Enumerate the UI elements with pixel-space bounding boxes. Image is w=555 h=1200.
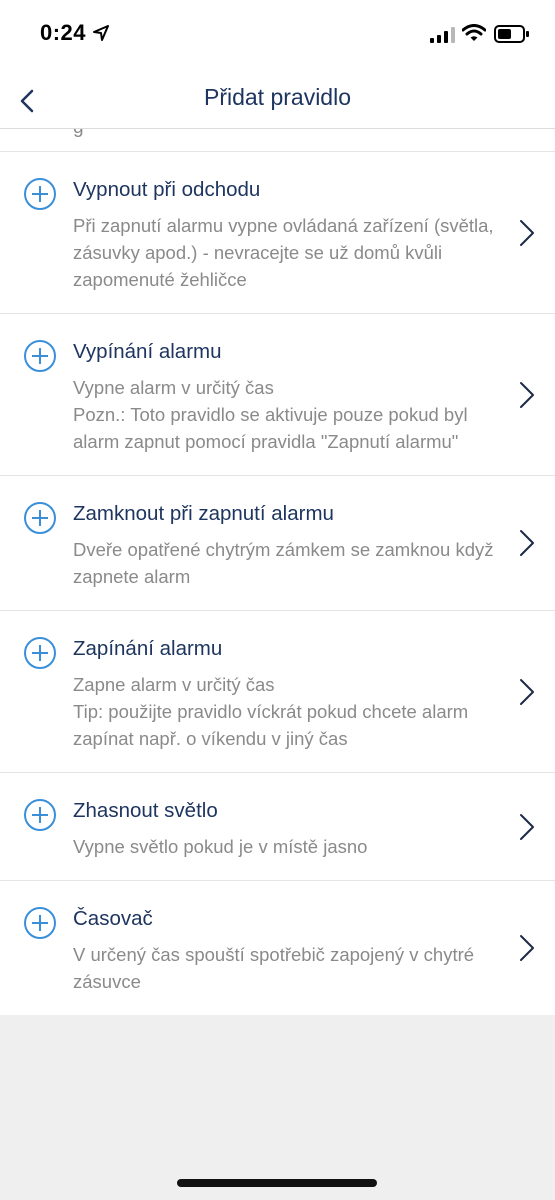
plus-circle-icon[interactable] [23, 339, 57, 373]
rule-description: Při zapnutí alarmu vypne ovládaná zaříze… [73, 215, 494, 290]
rule-title: Zhasnout světlo [73, 799, 218, 822]
rule-item-zapinani-alarmu[interactable]: Zapínání alarmu Zapne alarm v určitý čas… [0, 611, 555, 773]
rule-description: Zapne alarm v určitý čas Tip: použijte p… [73, 674, 469, 749]
partial-list-item: g [0, 129, 555, 152]
rule-description: Vypne světlo pokud je v místě jasno [73, 836, 368, 857]
rule-item-casovac[interactable]: Časovač V určený čas spouští spotřebič z… [0, 881, 555, 1015]
chevron-right-icon [520, 530, 534, 556]
rule-item-zhasnout-svetlo[interactable]: Zhasnout světlo Vypne světlo pokud je v … [0, 773, 555, 881]
battery-icon [494, 24, 530, 44]
rule-title: Vypnout při odchodu [73, 178, 261, 201]
plus-circle-icon[interactable] [23, 501, 57, 535]
partial-list-item-text: g [73, 129, 84, 139]
rule-list: g Vypnout při odchodu Při zapnutí alarmu… [0, 129, 555, 1015]
rule-title: Vypínání alarmu [73, 340, 222, 363]
chevron-right-icon [520, 935, 534, 961]
home-indicator[interactable] [177, 1179, 377, 1187]
rule-item-vypinani-alarmu[interactable]: Vypínání alarmu Vypne alarm v určitý čas… [0, 314, 555, 476]
rule-title: Zamknout při zapnutí alarmu [73, 502, 334, 525]
wifi-icon [461, 24, 487, 42]
rule-description: Vypne alarm v určitý čas Pozn.: Toto pra… [73, 377, 468, 452]
page-title: Přidat pravidlo [203, 84, 352, 110]
chevron-right-icon [520, 678, 534, 705]
plus-circle-icon[interactable] [23, 906, 57, 940]
chevron-right-icon [520, 381, 534, 408]
rule-item-zamknout-pri-zapnuti-alarmu[interactable]: Zamknout při zapnutí alarmu Dveře opatře… [0, 476, 555, 611]
plus-circle-icon[interactable] [23, 177, 57, 211]
cellular-signal-icon [430, 27, 456, 43]
rule-item-vypnout-pri-odchodu[interactable]: Vypnout při odchodu Při zapnutí alarmu v… [0, 152, 555, 314]
rule-title: Zapínání alarmu [73, 637, 223, 660]
navigation-bar: Přidat pravidlo [0, 70, 555, 129]
status-time: 0:24 [40, 20, 87, 45]
location-arrow-icon [93, 25, 109, 41]
rule-description: Dveře opatřené chytrým zámkem se zamknou… [73, 539, 494, 587]
rule-title: Časovač [73, 907, 153, 930]
rule-description: V určený čas spouští spotřebič zapojený … [73, 944, 475, 992]
status-bar: 0:24 [0, 0, 555, 70]
plus-circle-icon[interactable] [23, 798, 57, 832]
chevron-right-icon [520, 813, 534, 840]
plus-circle-icon[interactable] [23, 636, 57, 670]
chevron-right-icon [520, 219, 534, 246]
